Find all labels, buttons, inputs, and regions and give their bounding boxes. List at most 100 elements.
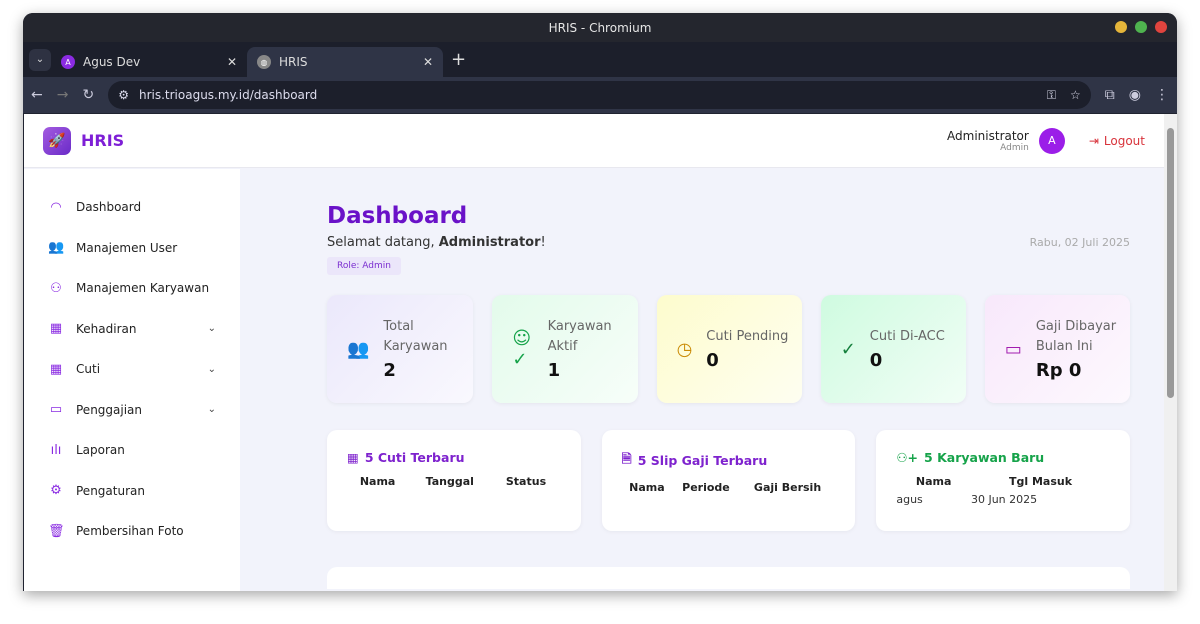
sidebar-item-laporan[interactable]: ılı Laporan	[24, 430, 240, 471]
main-content: Dashboard Selamat datang, Administrator!…	[327, 169, 1131, 589]
chevron-down-icon[interactable]: ⌄	[208, 404, 216, 415]
stat-label: Cuti Pending	[706, 329, 789, 344]
brand-name[interactable]: HRIS	[81, 131, 124, 150]
user-icon: ⚇	[50, 280, 62, 296]
sidebar-item-label: Cuti	[76, 362, 101, 377]
stat-value: 1	[547, 360, 561, 381]
bottom-card	[327, 567, 1130, 589]
stat-card: ✓ Cuti Di-ACC 0	[820, 295, 966, 403]
sidebar-item-dashboard[interactable]: ◠ Dashboard	[24, 187, 240, 228]
tab-hris[interactable]: ◍ HRIS ✕	[247, 47, 443, 77]
profile-icon[interactable]: ◉	[1129, 87, 1141, 103]
browser-toolbar: ← → ↻ ⚙ hris.trioagus.my.id/dashboard ⚿ ☆ ⧉ ◉ ⋮	[23, 77, 1177, 113]
column-header: Tanggal	[425, 475, 474, 488]
browser-window: HRIS - Chromium ⌄ A Agus Dev ✕ ◍ HRIS ✕ + ← →…	[23, 13, 1177, 591]
welcome-prefix: Selamat datang,	[327, 235, 439, 250]
close-tab-icon[interactable]: ✕	[423, 55, 433, 69]
app-header: 🚀 HRIS Administrator Admin A ⇥ Logout	[24, 114, 1164, 168]
chevron-down-icon[interactable]: ⌄	[208, 323, 216, 334]
column-header: Nama	[359, 475, 396, 488]
page-scrollbar[interactable]	[1164, 114, 1177, 591]
credit-card-icon: ▭	[1004, 338, 1022, 360]
close-tab-icon[interactable]: ✕	[227, 55, 237, 69]
sidebar-item-label: Laporan	[76, 443, 125, 458]
recent-card: 🗎 5 Slip Gaji Terbaru Nama Periode Gaji Bers…	[601, 430, 856, 531]
welcome-name: Administrator	[438, 235, 541, 250]
sidebar-item-manajemen-user[interactable]: 👥 Manajemen User	[24, 228, 240, 269]
sidebar-item-cuti[interactable]: ▦ Cuti ⌄	[24, 349, 240, 390]
stat-card: ☺✓ Karyawan Aktif 1	[492, 295, 638, 403]
sidebar-item-penggajian[interactable]: ▭ Penggajian ⌄	[24, 390, 240, 431]
welcome-suffix: !	[540, 235, 546, 250]
extensions-icon[interactable]: ⧉	[1105, 87, 1115, 103]
calendar-x-icon: ▦	[49, 361, 63, 377]
url-text[interactable]: hris.trioagus.my.id/dashboard	[139, 88, 317, 102]
globe-icon: ◍	[257, 55, 271, 69]
stats-row: 👥 Total Karyawan 2 ☺✓ Karyawan Aktif 1 ◷ Cuti P…	[327, 295, 1130, 403]
welcome-text: Selamat datang, Administrator!	[327, 235, 1130, 250]
stat-card: 👥 Total Karyawan 2	[327, 295, 474, 403]
tab-search-button[interactable]: ⌄	[29, 48, 51, 71]
avatar[interactable]: A	[1038, 127, 1065, 154]
sidebar-item-manajemen-karyawan[interactable]: ⚇ Manajemen Karyawan	[24, 268, 240, 309]
clock-icon: ◷	[676, 338, 693, 360]
card-table: Nama Tgl Masuk agus 30 Jun 2025	[896, 475, 1110, 508]
rocket-icon: 🚀	[43, 126, 71, 155]
tab-agus-dev[interactable]: A Agus Dev ✕	[51, 47, 247, 77]
reload-icon[interactable]: ↻	[82, 87, 94, 103]
tab-favicon: A	[61, 55, 75, 69]
menu-icon[interactable]: ⋮	[1155, 87, 1169, 103]
sidebar-item-label: Kehadiran	[76, 321, 137, 336]
table-cell: 30 Jun 2025	[970, 493, 1038, 506]
sidebar-item-label: Dashboard	[76, 200, 142, 215]
sidebar-item-pembersihan-foto[interactable]: 🗑 Pembersihan Foto	[24, 511, 240, 552]
trash-icon: 🗑	[48, 523, 65, 539]
forward-icon[interactable]: →	[57, 87, 69, 103]
sidebar-item-pengaturan[interactable]: ⚙ Pengaturan	[24, 471, 240, 512]
recent-cards-row: ▦ 5 Cuti Terbaru Nama Tanggal Status 🗎 5 Slip …	[327, 430, 1131, 531]
card-title: 5 Slip Gaji Terbaru	[637, 453, 768, 468]
scrollbar-thumb[interactable]	[1167, 128, 1174, 398]
current-date: Rabu, 02 Juli 2025	[1029, 236, 1130, 249]
column-header: Gaji Bersih	[753, 481, 822, 494]
address-bar[interactable]: ⚙ hris.trioagus.my.id/dashboard ⚿ ☆	[108, 81, 1091, 109]
user-plus-icon: ⚇+	[896, 450, 919, 465]
column-header: Tgl Masuk	[1008, 475, 1073, 488]
bookmark-star-icon[interactable]: ☆	[1070, 88, 1081, 103]
logout-button[interactable]: ⇥ Logout	[1089, 134, 1145, 148]
user-role: Admin	[1000, 142, 1029, 153]
calendar-icon: ▦	[347, 450, 359, 465]
site-settings-icon[interactable]: ⚙	[118, 88, 129, 102]
sidebar: ◠ Dashboard 👥 Manajemen User ⚇ Manajemen Kary…	[24, 169, 240, 591]
check-circle-icon: ✓	[840, 338, 856, 360]
card-title: 5 Cuti Terbaru	[364, 450, 465, 465]
close-window-button[interactable]	[1155, 21, 1167, 33]
minimize-button[interactable]	[1115, 21, 1127, 33]
key-icon[interactable]: ⚿	[1047, 88, 1056, 103]
maximize-button[interactable]	[1135, 21, 1147, 33]
gauge-icon: ◠	[50, 199, 62, 215]
user-name: Administrator	[947, 128, 1029, 143]
wallet-icon: ▭	[49, 402, 63, 418]
recent-card: ▦ 5 Cuti Terbaru Nama Tanggal Status	[327, 430, 581, 531]
sidebar-item-label: Pengaturan	[76, 483, 145, 498]
role-badge: Role: Admin	[327, 257, 401, 275]
column-header: Periode	[682, 481, 730, 494]
new-tab-button[interactable]: +	[451, 49, 466, 70]
user-check-icon: ☺✓	[512, 328, 532, 370]
sidebar-item-label: Manajemen Karyawan	[76, 281, 210, 296]
back-icon[interactable]: ←	[31, 87, 43, 103]
sidebar-item-kehadiran[interactable]: ▦ Kehadiran ⌄	[24, 309, 240, 350]
stat-value: Rp 0	[1035, 360, 1082, 381]
card-table: Nama Periode Gaji Bersih	[622, 481, 836, 497]
tab-strip: ⌄ A Agus Dev ✕ ◍ HRIS ✕ +	[23, 42, 1177, 77]
stat-label: Gaji Dibayar Bulan Ini	[1035, 319, 1117, 354]
stat-value: 0	[706, 350, 719, 371]
calendar-check-icon: ▦	[49, 321, 63, 337]
table-row[interactable]: agus 30 Jun 2025	[896, 491, 1110, 508]
tab-label: HRIS	[279, 55, 308, 69]
gear-icon: ⚙	[50, 483, 62, 499]
card-table: Nama Tanggal Status	[347, 475, 561, 491]
chevron-down-icon[interactable]: ⌄	[208, 364, 216, 375]
bar-chart-icon: ılı	[50, 442, 62, 458]
